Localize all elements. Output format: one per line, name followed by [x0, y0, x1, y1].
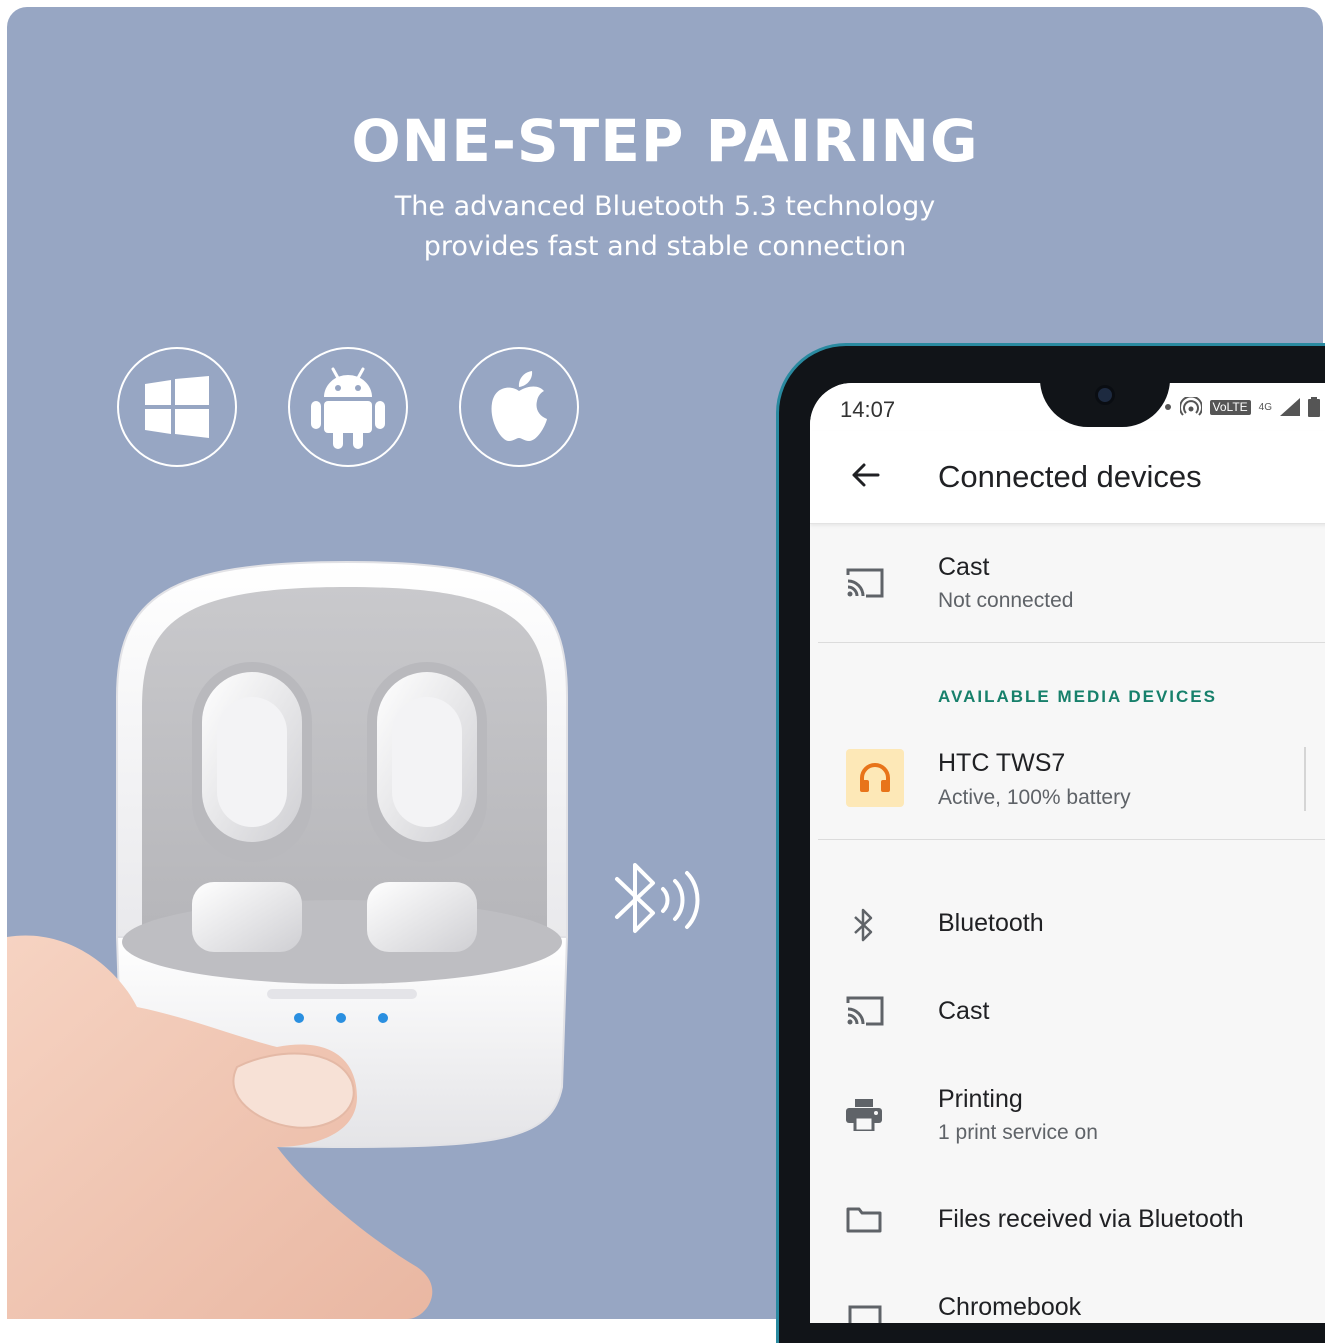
device-status: Active, 100% battery: [938, 786, 1131, 809]
menu-item-label: Chromebook: [938, 1293, 1082, 1321]
earbuds-case-illustration: [7, 560, 569, 1319]
menu-item-label: Cast: [938, 997, 990, 1025]
status-time: 14:07: [840, 397, 896, 422]
menu-item-subtitle: 1 print service on: [938, 1121, 1098, 1144]
laptop-icon: [848, 1305, 882, 1323]
divider: [818, 839, 1325, 840]
status-bar: 14:07 VoLTE 4G: [810, 383, 1325, 431]
notch: [1040, 383, 1170, 427]
cast-icon: [846, 996, 884, 1026]
page-title: Connected devices: [938, 459, 1202, 494]
folder-icon: [846, 1207, 882, 1233]
menu-item-label: Bluetooth: [938, 909, 1044, 937]
battery-icon: [1308, 397, 1320, 417]
cast-icon: [846, 568, 884, 598]
status-icons: VoLTE 4G: [1164, 397, 1320, 417]
menu-item-label: Printing: [938, 1085, 1023, 1113]
menu-item-label: Files received via Bluetooth: [938, 1205, 1244, 1233]
cast-status-title: Cast: [938, 553, 990, 581]
phone-screen: 14:07 VoLTE 4G Connected devices Cast No…: [810, 383, 1325, 1323]
signal-icon: [1280, 398, 1300, 416]
headset-icon: [860, 763, 890, 792]
device-settings-separator: [1304, 747, 1306, 811]
back-arrow-icon[interactable]: [850, 459, 882, 491]
app-bar: Connected devices: [810, 431, 1325, 524]
cast-status-subtitle: Not connected: [938, 589, 1074, 612]
printer-icon: [846, 1099, 882, 1131]
dot-icon: [1164, 404, 1171, 410]
headset-tile: [846, 749, 904, 807]
network-type: 4G: [1258, 401, 1272, 413]
volte-badge: VoLTE: [1209, 399, 1251, 415]
bluetooth-icon: [854, 908, 873, 942]
divider: [818, 642, 1325, 643]
front-camera: [1095, 385, 1115, 405]
device-name: HTC TWS7: [938, 749, 1066, 777]
bluetooth-signal-icon: [615, 863, 700, 933]
hotspot-icon: [1179, 397, 1202, 416]
available-media-header: AVAILABLE MEDIA DEVICES: [938, 687, 1217, 706]
